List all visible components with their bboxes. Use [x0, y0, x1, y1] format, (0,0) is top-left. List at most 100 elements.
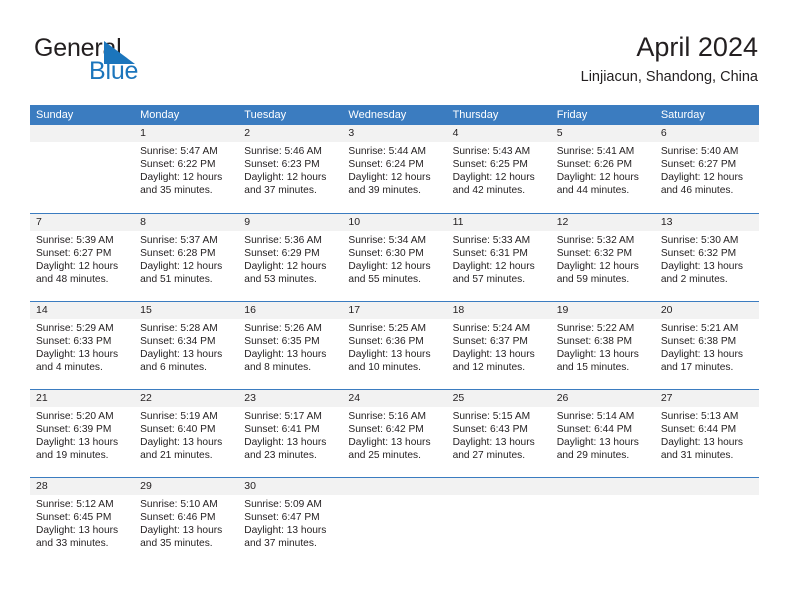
calendar-day-cell[interactable]: 13 Sunrise: 5:30 AM Sunset: 6:32 PM Dayligh… [654, 214, 759, 301]
day-detail-line: Daylight: 13 hours [36, 349, 119, 361]
calendar-day-cell[interactable]: 4 Sunrise: 5:43 AM Sunset: 6:25 PM Daylight… [446, 125, 551, 213]
day-detail-line: Sunset: 6:29 PM [244, 248, 320, 260]
day-detail-line: and 48 minutes. [36, 274, 109, 286]
day-detail-line: Daylight: 13 hours [244, 437, 327, 449]
calendar-day-cell[interactable]: 20 Sunrise: 5:21 AM Sunset: 6:38 PM Dayligh… [654, 302, 759, 389]
weekday-header-monday: Monday [140, 109, 180, 121]
day-detail-line: and 37 minutes. [244, 185, 317, 197]
day-detail-line: Sunrise: 5:26 AM [244, 323, 322, 334]
calendar-day-cell[interactable]: 25 Sunrise: 5:15 AM Sunset: 6:43 PM Dayligh… [446, 390, 551, 477]
calendar-weeks: 1 Sunrise: 5:47 AM Sunset: 6:22 PM Daylight… [30, 125, 759, 565]
day-details: Sunrise: 5:43 AM Sunset: 6:25 PM Daylight:… [447, 142, 551, 197]
calendar-day-cell[interactable]: 22 Sunrise: 5:19 AM Sunset: 6:40 PM Dayligh… [134, 390, 239, 477]
day-detail-line: Sunrise: 5:37 AM [140, 235, 218, 246]
day-detail-line: Sunrise: 5:28 AM [140, 323, 218, 334]
day-detail-line: and 23 minutes. [244, 450, 317, 462]
day-detail-line: Sunrise: 5:13 AM [660, 411, 739, 422]
calendar-day-cell[interactable]: 24 Sunrise: 5:16 AM Sunset: 6:42 PM Dayligh… [342, 390, 447, 477]
weekday-header-saturday: Saturday [660, 109, 705, 121]
calendar-day-cell-empty [550, 478, 655, 565]
calendar-day-cell[interactable]: 10 Sunrise: 5:34 AM Sunset: 6:30 PM Dayligh… [342, 214, 447, 301]
calendar-day-cell[interactable]: 18 Sunrise: 5:24 AM Sunset: 6:37 PM Dayligh… [446, 302, 551, 389]
calendar-day-cell[interactable]: 17 Sunrise: 5:25 AM Sunset: 6:36 PM Dayligh… [342, 302, 447, 389]
day-details [655, 495, 759, 498]
calendar-week-row: 1 Sunrise: 5:47 AM Sunset: 6:22 PM Daylight… [30, 125, 759, 213]
calendar-day-cell[interactable]: 14 Sunrise: 5:29 AM Sunset: 6:33 PM Dayligh… [30, 302, 135, 389]
calendar-day-cell[interactable]: 5 Sunrise: 5:41 AM Sunset: 6:26 PM Daylight… [550, 125, 655, 213]
calendar-day-cell[interactable]: 26 Sunrise: 5:14 AM Sunset: 6:44 PM Dayligh… [550, 390, 655, 477]
day-detail-line: and 57 minutes. [452, 274, 526, 286]
calendar-day-cell[interactable]: 27 Sunrise: 5:13 AM Sunset: 6:44 PM Dayligh… [654, 390, 759, 477]
day-detail-line: Sunset: 6:27 PM [36, 248, 112, 260]
day-detail-line: Sunrise: 5:44 AM [348, 146, 427, 157]
calendar-day-cell[interactable]: 8 Sunrise: 5:37 AM Sunset: 6:28 PM Daylight… [134, 214, 239, 301]
day-detail-line: and 55 minutes. [348, 274, 421, 286]
weekday-header-row: Sunday Monday Tuesday Wednesday Thursday… [30, 105, 759, 125]
day-detail-line: Sunset: 6:39 PM [36, 424, 112, 436]
day-details [30, 142, 134, 145]
day-detail-line: Daylight: 13 hours [140, 525, 223, 537]
day-details: Sunrise: 5:21 AM Sunset: 6:38 PM Daylight:… [655, 319, 759, 374]
calendar-week-row: 28 Sunrise: 5:12 AM Sunset: 6:45 PM Dayligh… [30, 477, 759, 565]
day-detail-line: Sunset: 6:44 PM [660, 424, 737, 436]
calendar-day-cell[interactable]: 11 Sunrise: 5:33 AM Sunset: 6:31 PM Dayligh… [446, 214, 551, 301]
day-detail-line: Sunrise: 5:21 AM [660, 323, 739, 334]
day-detail-line: and 35 minutes. [140, 538, 213, 550]
general-blue-logo[interactable]: General Blue [34, 36, 214, 92]
day-details: Sunrise: 5:25 AM Sunset: 6:36 PM Daylight:… [342, 319, 446, 374]
calendar-day-cell[interactable]: 12 Sunrise: 5:32 AM Sunset: 6:32 PM Dayligh… [550, 214, 655, 301]
day-detail-line: Sunset: 6:41 PM [244, 424, 320, 436]
day-number: 21 [30, 390, 135, 407]
calendar-day-cell[interactable]: 6 Sunrise: 5:40 AM Sunset: 6:27 PM Daylight… [654, 125, 759, 213]
day-detail-line: Sunset: 6:44 PM [556, 424, 633, 436]
day-number: 13 [654, 214, 759, 231]
day-number [550, 478, 655, 495]
day-detail-line: Sunrise: 5:24 AM [452, 323, 531, 334]
day-detail-line: Daylight: 13 hours [36, 525, 119, 537]
calendar-day-cell[interactable]: 1 Sunrise: 5:47 AM Sunset: 6:22 PM Daylight… [134, 125, 239, 213]
calendar-day-cell[interactable]: 29 Sunrise: 5:10 AM Sunset: 6:46 PM Dayligh… [134, 478, 239, 565]
calendar-day-cell[interactable]: 21 Sunrise: 5:20 AM Sunset: 6:39 PM Dayligh… [30, 390, 135, 477]
day-detail-line: Sunset: 6:37 PM [452, 336, 528, 348]
day-details: Sunrise: 5:20 AM Sunset: 6:39 PM Daylight:… [30, 407, 134, 462]
day-detail-line: Daylight: 12 hours [348, 261, 431, 273]
day-detail-line: and 19 minutes. [36, 450, 109, 462]
calendar-day-cell[interactable]: 30 Sunrise: 5:09 AM Sunset: 6:47 PM Dayligh… [238, 478, 343, 565]
weekday-header-friday: Friday [556, 109, 588, 121]
day-detail-line: Daylight: 13 hours [660, 349, 743, 361]
day-number: 23 [238, 390, 343, 407]
calendar-page: General Blue April 2024 Linjiacun, Shand… [0, 0, 792, 612]
day-detail-line: Daylight: 12 hours [660, 172, 743, 184]
calendar-day-cell[interactable]: 16 Sunrise: 5:26 AM Sunset: 6:35 PM Dayligh… [238, 302, 343, 389]
day-detail-line: Sunrise: 5:41 AM [556, 146, 635, 157]
calendar-day-cell[interactable]: 23 Sunrise: 5:17 AM Sunset: 6:41 PM Dayligh… [238, 390, 343, 477]
day-detail-line: Sunrise: 5:33 AM [452, 235, 531, 246]
day-detail-line: Sunset: 6:46 PM [140, 512, 216, 524]
calendar-day-cell[interactable]: 7 Sunrise: 5:39 AM Sunset: 6:27 PM Daylight… [30, 214, 135, 301]
day-number: 7 [30, 214, 135, 231]
day-detail-line: Sunrise: 5:34 AM [348, 235, 427, 246]
day-detail-line: Sunrise: 5:22 AM [556, 323, 635, 334]
day-details: Sunrise: 5:14 AM Sunset: 6:44 PM Daylight:… [551, 407, 655, 462]
calendar-day-cell[interactable]: 19 Sunrise: 5:22 AM Sunset: 6:38 PM Dayligh… [550, 302, 655, 389]
day-detail-line: and 44 minutes. [556, 185, 630, 197]
day-number: 19 [550, 302, 655, 319]
calendar-day-cell[interactable]: 9 Sunrise: 5:36 AM Sunset: 6:29 PM Daylight… [238, 214, 343, 301]
title-block: April 2024 Linjiacun, Shandong, China [581, 32, 758, 85]
day-detail-line: Sunrise: 5:20 AM [36, 411, 114, 422]
day-details: Sunrise: 5:09 AM Sunset: 6:47 PM Daylight:… [238, 495, 342, 550]
calendar-day-cell[interactable]: 15 Sunrise: 5:28 AM Sunset: 6:34 PM Dayligh… [134, 302, 239, 389]
day-detail-line: Daylight: 13 hours [140, 437, 223, 449]
day-detail-line: Sunrise: 5:46 AM [244, 146, 322, 157]
day-number: 18 [446, 302, 551, 319]
day-detail-line: and 27 minutes. [452, 450, 526, 462]
calendar-day-cell[interactable]: 2 Sunrise: 5:46 AM Sunset: 6:23 PM Daylight… [238, 125, 343, 213]
calendar-day-cell[interactable]: 3 Sunrise: 5:44 AM Sunset: 6:24 PM Daylight… [342, 125, 447, 213]
day-detail-line: Daylight: 13 hours [140, 349, 223, 361]
day-details: Sunrise: 5:24 AM Sunset: 6:37 PM Daylight:… [447, 319, 551, 374]
day-detail-line: Sunrise: 5:17 AM [244, 411, 322, 422]
day-detail-line: and 53 minutes. [244, 274, 317, 286]
day-detail-line: Daylight: 13 hours [36, 437, 119, 449]
day-detail-line: Sunrise: 5:39 AM [36, 235, 114, 246]
calendar-day-cell[interactable]: 28 Sunrise: 5:12 AM Sunset: 6:45 PM Dayligh… [30, 478, 135, 565]
